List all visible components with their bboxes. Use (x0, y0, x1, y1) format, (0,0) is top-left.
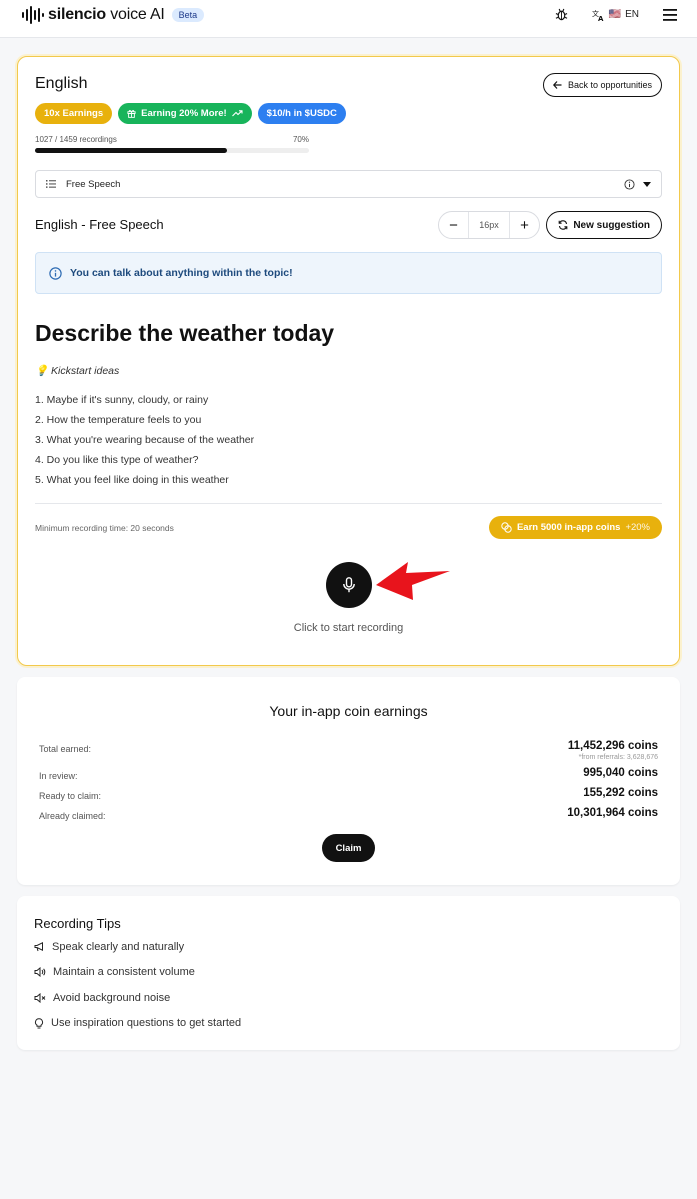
tip-item: Maintain a consistent volume (34, 966, 195, 978)
kickstart-heading: 💡 Kickstart ideas (35, 364, 119, 377)
progress-fill (35, 148, 227, 153)
badge-label: Earning 20% More! (141, 108, 227, 119)
badge-row: 10x Earnings Earning 20% More! $10/h in … (35, 103, 346, 124)
earning-more-badge: Earning 20% More! (118, 103, 252, 124)
info-text: You can talk about anything within the t… (70, 267, 293, 279)
font-size-value: 16px (468, 212, 510, 238)
lightbulb-emoji-icon: 💡 (35, 365, 49, 377)
topic-info-alert: You can talk about anything within the t… (35, 252, 662, 294)
volume-icon (34, 967, 46, 977)
recordings-count: 1027 / 1459 recordings (35, 135, 117, 144)
ready-to-claim-row: Ready to claim: 155,292 coins (39, 787, 658, 801)
decrease-font-button[interactable]: − (439, 212, 468, 238)
font-size-stepper: − 16px + (438, 211, 540, 239)
language-title: English (35, 75, 88, 92)
tip-item: Speak clearly and naturally (34, 941, 184, 953)
back-to-opportunities-button[interactable]: Back to opportunities (542, 73, 662, 97)
tip-text: Maintain a consistent volume (53, 966, 195, 978)
red-arrow-annotation-icon (376, 562, 450, 600)
claim-button[interactable]: Claim (322, 834, 375, 862)
top-header: silencio voice AI Beta 文 A 🇺🇸 EN (0, 0, 697, 38)
tip-item: Use inspiration questions to get started (34, 1017, 241, 1029)
idea-item: 1. Maybe if it's sunny, cloudy, or rainy (35, 394, 209, 406)
idea-item: 2. How the temperature feels to you (35, 414, 202, 426)
us-flag-icon: 🇺🇸 (608, 9, 622, 20)
arrow-left-icon (552, 81, 562, 89)
new-suggestion-button[interactable]: New suggestion (546, 211, 662, 239)
earnings-title: Your in-app coin earnings (269, 703, 428, 719)
kickstart-ideas-list: 1. Maybe if it's sunny, cloudy, or rainy… (35, 390, 254, 490)
in-review-value: 995,040 coins (583, 767, 658, 779)
usdc-rate-badge: $10/h in $USDC (257, 103, 346, 124)
trending-up-icon (231, 110, 243, 117)
new-suggestion-label: New suggestion (573, 219, 650, 231)
idea-item: 3. What you're wearing because of the we… (35, 434, 255, 446)
referrals-note: *from referrals: 3,628,676 (578, 754, 658, 761)
soundwave-logo-icon (22, 6, 44, 24)
ready-to-claim-value: 155,292 coins (583, 787, 658, 799)
click-to-record-hint: Click to start recording (293, 622, 404, 634)
already-claimed-row: Already claimed: 10,301,964 coins (39, 807, 658, 821)
logo-text: silencio voice AI (48, 6, 165, 23)
divider (35, 503, 662, 504)
earnings-multiplier-badge: 10x Earnings (35, 103, 113, 124)
already-claimed-label: Already claimed: (39, 811, 106, 821)
earn-coins-badge: Earn 5000 in-app coins +20% (488, 516, 662, 539)
recording-tips-card: Recording Tips Speak clearly and natural… (17, 896, 680, 1050)
earn-bonus: +20% (625, 522, 650, 533)
refresh-icon (558, 220, 568, 230)
minimum-recording-time: Minimum recording time: 20 seconds (35, 523, 174, 533)
recordings-progress-labels: 1027 / 1459 recordings 70% (35, 135, 309, 144)
bug-report-icon[interactable] (555, 8, 568, 21)
already-claimed-value: 10,301,964 coins (567, 807, 658, 819)
language-code: EN (625, 9, 639, 20)
translate-icon: 文 A (592, 9, 604, 21)
idea-item: 5. What you feel like doing in this weat… (35, 474, 229, 486)
total-earned-value: 11,452,296 coins (567, 740, 658, 752)
badge-label: 10x Earnings (44, 108, 104, 119)
caret-down-icon (643, 181, 651, 187)
in-review-row: In review: 995,040 coins (39, 767, 658, 781)
info-circle-icon[interactable] (624, 178, 635, 190)
coins-icon (501, 522, 512, 533)
language-switcher[interactable]: 文 A 🇺🇸 EN (592, 9, 639, 21)
coin-earnings-card: Your in-app coin earnings Total earned: … (17, 677, 680, 885)
increase-font-button[interactable]: + (510, 212, 539, 238)
gift-icon (127, 110, 136, 118)
microphone-icon (343, 577, 355, 593)
logo[interactable]: silencio voice AI Beta (22, 6, 205, 24)
in-review-label: In review: (39, 771, 78, 781)
svg-text:A: A (598, 15, 604, 21)
idea-item: 4. Do you like this type of weather? (35, 454, 199, 466)
beta-badge: Beta (171, 8, 205, 22)
recording-card: English Back to opportunities 10x Earnin… (17, 56, 680, 666)
task-type-value: Free Speech (66, 178, 121, 190)
lightbulb-icon (34, 1017, 44, 1028)
total-earned-label: Total earned: (39, 744, 92, 754)
list-icon (46, 180, 56, 188)
hamburger-menu-icon[interactable] (663, 8, 677, 21)
mute-icon (34, 993, 46, 1003)
info-icon (49, 266, 62, 280)
total-earned-row: Total earned: 11,452,296 coins (39, 740, 658, 754)
tip-text: Use inspiration questions to get started (51, 1017, 242, 1029)
tips-title: Recording Tips (34, 916, 121, 931)
recordings-progress-bar (35, 148, 309, 153)
topic-title: English - Free Speech (35, 217, 164, 232)
megaphone-icon (34, 942, 43, 952)
back-label: Back to opportunities (567, 80, 652, 90)
tip-item: Avoid background noise (34, 992, 170, 1004)
task-type-select[interactable]: Free Speech (35, 170, 662, 198)
start-recording-button[interactable] (326, 562, 372, 608)
tip-text: Avoid background noise (53, 992, 171, 1004)
ready-to-claim-label: Ready to claim: (39, 791, 102, 801)
progress-percent: 70% (292, 135, 309, 144)
kickstart-label: Kickstart ideas (51, 365, 120, 377)
badge-label: $10/h in $USDC (266, 108, 337, 119)
earn-label: Earn 5000 in-app coins (516, 522, 621, 533)
prompt-title: Describe the weather today (35, 320, 335, 346)
tip-text: Speak clearly and naturally (52, 941, 185, 953)
